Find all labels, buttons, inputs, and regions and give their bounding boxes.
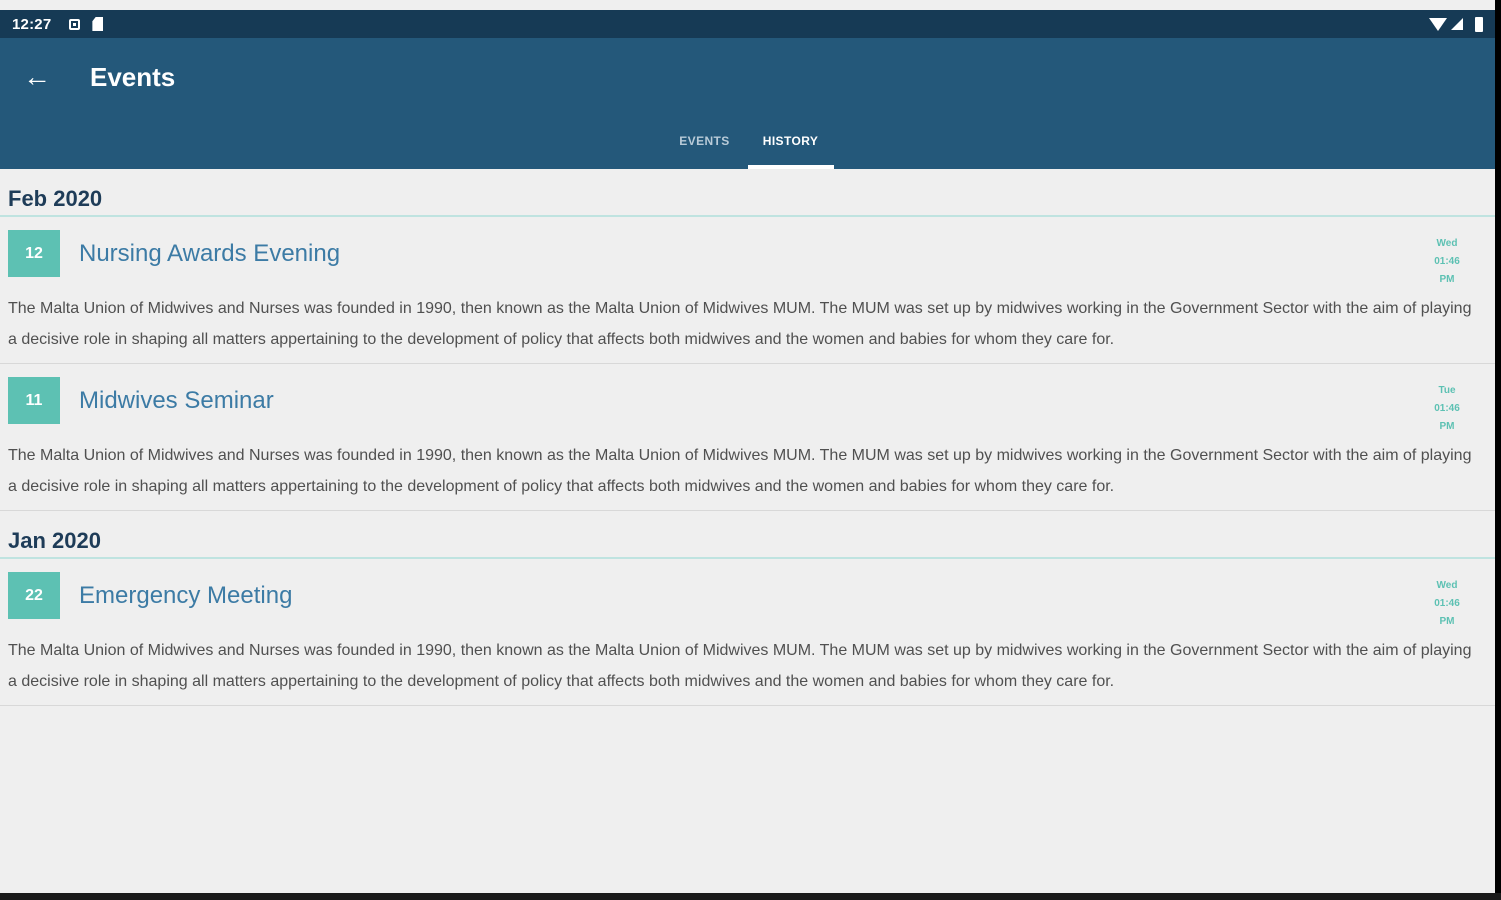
event-item[interactable]: 22 Emergency Meeting Wed 01:46 PM The Ma… xyxy=(0,559,1495,706)
month-header: Feb 2020 xyxy=(0,169,1495,217)
event-description: The Malta Union of Midwives and Nurses w… xyxy=(8,300,1472,348)
event-description: The Malta Union of Midwives and Nurses w… xyxy=(8,447,1472,495)
event-time: Wed 01:46 PM xyxy=(1425,577,1469,631)
event-weekday: Tue xyxy=(1438,385,1456,396)
date-badge: 22 xyxy=(8,572,60,619)
signal-icon xyxy=(1451,18,1463,30)
events-list: Feb 2020 12 Nursing Awards Evening Wed 0… xyxy=(0,169,1495,706)
back-arrow-icon[interactable]: ← xyxy=(22,62,52,92)
event-weekday: Wed xyxy=(1436,580,1458,591)
event-title[interactable]: Emergency Meeting xyxy=(79,582,292,610)
window-right-edge xyxy=(1495,0,1501,900)
month-header: Jan 2020 xyxy=(0,511,1495,559)
event-weekday: Wed xyxy=(1436,238,1458,249)
sd-card-icon xyxy=(92,17,104,31)
app-bar: ← Events EVENTS HISTORY xyxy=(0,38,1495,169)
status-bar: 12:27 xyxy=(0,10,1495,38)
status-time: 12:27 xyxy=(12,15,52,33)
event-description: The Malta Union of Midwives and Nurses w… xyxy=(8,642,1472,690)
page-title: Events xyxy=(90,62,176,92)
notification-icon xyxy=(69,18,81,30)
event-ampm: PM xyxy=(1439,616,1455,627)
event-item[interactable]: 11 Midwives Seminar Tue 01:46 PM The Mal… xyxy=(0,364,1495,511)
date-badge: 11 xyxy=(8,377,60,424)
event-clock: 01:46 xyxy=(1434,598,1460,609)
app-screen: 12:27 ← Events EVENTS HISTORY Feb 2020 1… xyxy=(0,0,1495,893)
event-item[interactable]: 12 Nursing Awards Evening Wed 01:46 PM T… xyxy=(0,217,1495,364)
event-title[interactable]: Nursing Awards Evening xyxy=(79,240,340,268)
event-time: Wed 01:46 PM xyxy=(1425,235,1469,289)
event-clock: 01:46 xyxy=(1434,256,1460,267)
event-title[interactable]: Midwives Seminar xyxy=(79,387,274,415)
event-ampm: PM xyxy=(1439,274,1455,285)
tab-history[interactable]: HISTORY xyxy=(747,128,834,169)
tab-bar: EVENTS HISTORY xyxy=(0,128,1495,169)
window-bottom-edge xyxy=(0,893,1501,900)
battery-icon xyxy=(1475,16,1483,32)
tab-events[interactable]: EVENTS xyxy=(662,128,748,169)
wifi-icon xyxy=(1429,17,1447,31)
event-clock: 01:46 xyxy=(1434,403,1460,414)
event-ampm: PM xyxy=(1439,421,1455,432)
date-badge: 12 xyxy=(8,230,60,277)
event-time: Tue 01:46 PM xyxy=(1425,382,1469,436)
